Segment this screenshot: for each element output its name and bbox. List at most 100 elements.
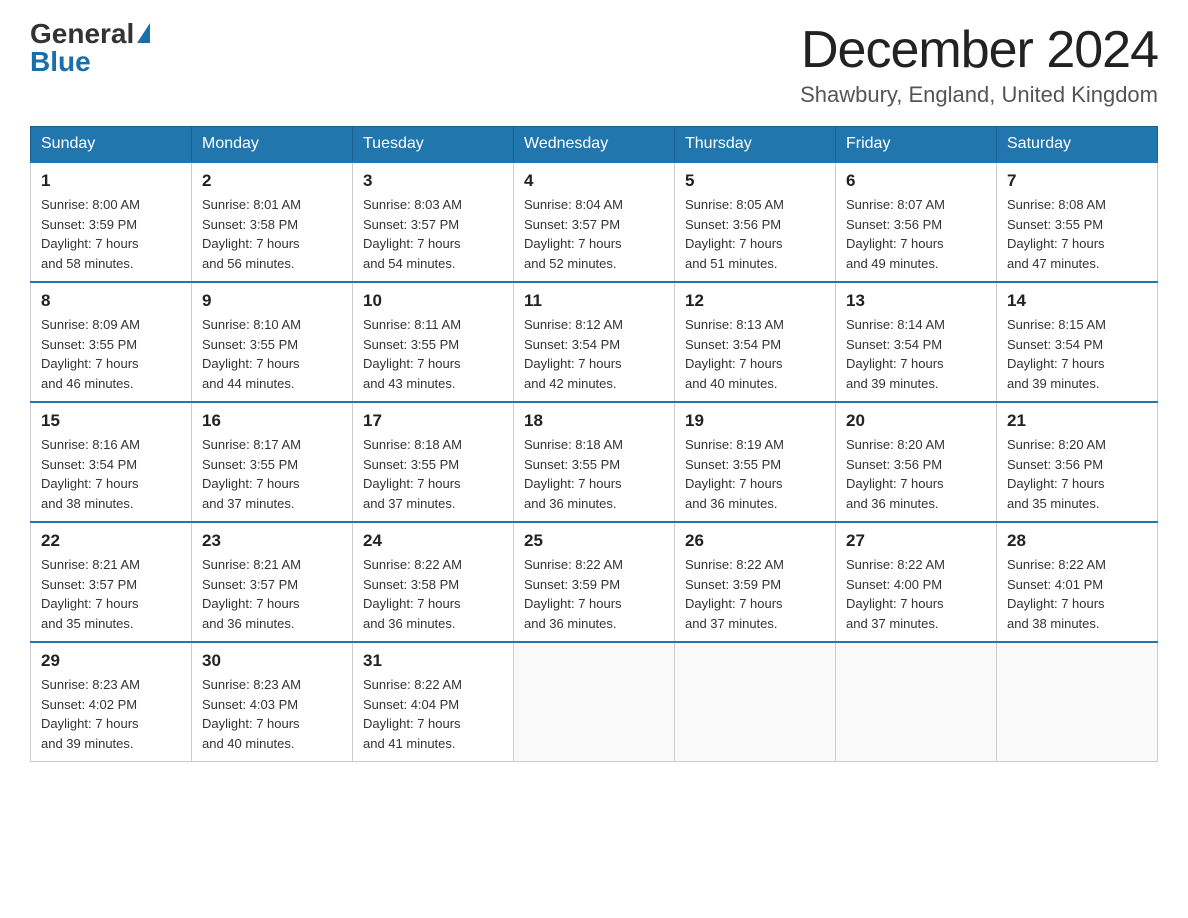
calendar-week-row: 1 Sunrise: 8:00 AMSunset: 3:59 PMDayligh… [31, 162, 1158, 282]
day-info: Sunrise: 8:18 AMSunset: 3:55 PMDaylight:… [524, 437, 623, 511]
day-number: 21 [1007, 411, 1147, 431]
calendar-cell: 15 Sunrise: 8:16 AMSunset: 3:54 PMDaylig… [31, 402, 192, 522]
day-info: Sunrise: 8:01 AMSunset: 3:58 PMDaylight:… [202, 197, 301, 271]
day-number: 31 [363, 651, 503, 671]
day-number: 27 [846, 531, 986, 551]
calendar-cell: 28 Sunrise: 8:22 AMSunset: 4:01 PMDaylig… [997, 522, 1158, 642]
calendar-cell: 20 Sunrise: 8:20 AMSunset: 3:56 PMDaylig… [836, 402, 997, 522]
day-info: Sunrise: 8:13 AMSunset: 3:54 PMDaylight:… [685, 317, 784, 391]
day-info: Sunrise: 8:22 AMSunset: 4:01 PMDaylight:… [1007, 557, 1106, 631]
calendar-week-row: 22 Sunrise: 8:21 AMSunset: 3:57 PMDaylig… [31, 522, 1158, 642]
calendar-cell: 17 Sunrise: 8:18 AMSunset: 3:55 PMDaylig… [353, 402, 514, 522]
day-number: 14 [1007, 291, 1147, 311]
day-info: Sunrise: 8:21 AMSunset: 3:57 PMDaylight:… [41, 557, 140, 631]
day-info: Sunrise: 8:22 AMSunset: 4:00 PMDaylight:… [846, 557, 945, 631]
logo-general: General [30, 20, 134, 48]
calendar-cell: 16 Sunrise: 8:17 AMSunset: 3:55 PMDaylig… [192, 402, 353, 522]
day-info: Sunrise: 8:04 AMSunset: 3:57 PMDaylight:… [524, 197, 623, 271]
calendar-week-row: 8 Sunrise: 8:09 AMSunset: 3:55 PMDayligh… [31, 282, 1158, 402]
calendar-cell: 2 Sunrise: 8:01 AMSunset: 3:58 PMDayligh… [192, 162, 353, 282]
calendar-cell: 6 Sunrise: 8:07 AMSunset: 3:56 PMDayligh… [836, 162, 997, 282]
calendar-cell: 7 Sunrise: 8:08 AMSunset: 3:55 PMDayligh… [997, 162, 1158, 282]
day-number: 28 [1007, 531, 1147, 551]
calendar-cell: 30 Sunrise: 8:23 AMSunset: 4:03 PMDaylig… [192, 642, 353, 762]
day-info: Sunrise: 8:14 AMSunset: 3:54 PMDaylight:… [846, 317, 945, 391]
day-info: Sunrise: 8:17 AMSunset: 3:55 PMDaylight:… [202, 437, 301, 511]
calendar-cell: 27 Sunrise: 8:22 AMSunset: 4:00 PMDaylig… [836, 522, 997, 642]
day-number: 15 [41, 411, 181, 431]
day-header-monday: Monday [192, 127, 353, 163]
day-info: Sunrise: 8:23 AMSunset: 4:02 PMDaylight:… [41, 677, 140, 751]
day-number: 10 [363, 291, 503, 311]
day-info: Sunrise: 8:20 AMSunset: 3:56 PMDaylight:… [1007, 437, 1106, 511]
calendar-cell [836, 642, 997, 762]
day-info: Sunrise: 8:23 AMSunset: 4:03 PMDaylight:… [202, 677, 301, 751]
calendar-cell: 11 Sunrise: 8:12 AMSunset: 3:54 PMDaylig… [514, 282, 675, 402]
calendar-cell: 4 Sunrise: 8:04 AMSunset: 3:57 PMDayligh… [514, 162, 675, 282]
day-number: 26 [685, 531, 825, 551]
day-number: 12 [685, 291, 825, 311]
calendar-cell: 3 Sunrise: 8:03 AMSunset: 3:57 PMDayligh… [353, 162, 514, 282]
day-number: 13 [846, 291, 986, 311]
day-number: 5 [685, 171, 825, 191]
day-number: 29 [41, 651, 181, 671]
calendar-cell [997, 642, 1158, 762]
calendar-cell: 21 Sunrise: 8:20 AMSunset: 3:56 PMDaylig… [997, 402, 1158, 522]
day-number: 24 [363, 531, 503, 551]
day-number: 18 [524, 411, 664, 431]
calendar-cell: 22 Sunrise: 8:21 AMSunset: 3:57 PMDaylig… [31, 522, 192, 642]
day-number: 19 [685, 411, 825, 431]
day-info: Sunrise: 8:08 AMSunset: 3:55 PMDaylight:… [1007, 197, 1106, 271]
day-info: Sunrise: 8:15 AMSunset: 3:54 PMDaylight:… [1007, 317, 1106, 391]
day-header-tuesday: Tuesday [353, 127, 514, 163]
calendar-cell: 31 Sunrise: 8:22 AMSunset: 4:04 PMDaylig… [353, 642, 514, 762]
day-info: Sunrise: 8:00 AMSunset: 3:59 PMDaylight:… [41, 197, 140, 271]
calendar-cell: 18 Sunrise: 8:18 AMSunset: 3:55 PMDaylig… [514, 402, 675, 522]
calendar-cell: 5 Sunrise: 8:05 AMSunset: 3:56 PMDayligh… [675, 162, 836, 282]
calendar-cell: 25 Sunrise: 8:22 AMSunset: 3:59 PMDaylig… [514, 522, 675, 642]
calendar-week-row: 15 Sunrise: 8:16 AMSunset: 3:54 PMDaylig… [31, 402, 1158, 522]
location-title: Shawbury, England, United Kingdom [800, 82, 1158, 108]
logo-triangle-icon [137, 23, 150, 43]
day-number: 6 [846, 171, 986, 191]
calendar-cell: 10 Sunrise: 8:11 AMSunset: 3:55 PMDaylig… [353, 282, 514, 402]
day-number: 25 [524, 531, 664, 551]
calendar-cell: 8 Sunrise: 8:09 AMSunset: 3:55 PMDayligh… [31, 282, 192, 402]
day-info: Sunrise: 8:09 AMSunset: 3:55 PMDaylight:… [41, 317, 140, 391]
logo-blue: Blue [30, 48, 91, 76]
page-header: General Blue December 2024 Shawbury, Eng… [30, 20, 1158, 108]
day-info: Sunrise: 8:16 AMSunset: 3:54 PMDaylight:… [41, 437, 140, 511]
calendar-cell: 12 Sunrise: 8:13 AMSunset: 3:54 PMDaylig… [675, 282, 836, 402]
day-info: Sunrise: 8:05 AMSunset: 3:56 PMDaylight:… [685, 197, 784, 271]
calendar-cell: 19 Sunrise: 8:19 AMSunset: 3:55 PMDaylig… [675, 402, 836, 522]
day-info: Sunrise: 8:22 AMSunset: 4:04 PMDaylight:… [363, 677, 462, 751]
day-info: Sunrise: 8:20 AMSunset: 3:56 PMDaylight:… [846, 437, 945, 511]
day-info: Sunrise: 8:11 AMSunset: 3:55 PMDaylight:… [363, 317, 461, 391]
day-number: 1 [41, 171, 181, 191]
calendar-cell: 14 Sunrise: 8:15 AMSunset: 3:54 PMDaylig… [997, 282, 1158, 402]
day-number: 22 [41, 531, 181, 551]
day-number: 16 [202, 411, 342, 431]
day-info: Sunrise: 8:19 AMSunset: 3:55 PMDaylight:… [685, 437, 784, 511]
day-number: 4 [524, 171, 664, 191]
day-number: 30 [202, 651, 342, 671]
calendar-table: SundayMondayTuesdayWednesdayThursdayFrid… [30, 126, 1158, 762]
calendar-cell: 26 Sunrise: 8:22 AMSunset: 3:59 PMDaylig… [675, 522, 836, 642]
day-number: 2 [202, 171, 342, 191]
calendar-cell: 1 Sunrise: 8:00 AMSunset: 3:59 PMDayligh… [31, 162, 192, 282]
calendar-cell: 23 Sunrise: 8:21 AMSunset: 3:57 PMDaylig… [192, 522, 353, 642]
day-info: Sunrise: 8:03 AMSunset: 3:57 PMDaylight:… [363, 197, 462, 271]
day-header-wednesday: Wednesday [514, 127, 675, 163]
day-info: Sunrise: 8:21 AMSunset: 3:57 PMDaylight:… [202, 557, 301, 631]
logo: General Blue [30, 20, 150, 76]
calendar-cell: 24 Sunrise: 8:22 AMSunset: 3:58 PMDaylig… [353, 522, 514, 642]
calendar-cell: 9 Sunrise: 8:10 AMSunset: 3:55 PMDayligh… [192, 282, 353, 402]
month-title: December 2024 [800, 20, 1158, 80]
day-header-sunday: Sunday [31, 127, 192, 163]
calendar-cell [514, 642, 675, 762]
title-area: December 2024 Shawbury, England, United … [800, 20, 1158, 108]
day-info: Sunrise: 8:07 AMSunset: 3:56 PMDaylight:… [846, 197, 945, 271]
day-info: Sunrise: 8:22 AMSunset: 3:59 PMDaylight:… [524, 557, 623, 631]
calendar-cell: 13 Sunrise: 8:14 AMSunset: 3:54 PMDaylig… [836, 282, 997, 402]
day-header-thursday: Thursday [675, 127, 836, 163]
